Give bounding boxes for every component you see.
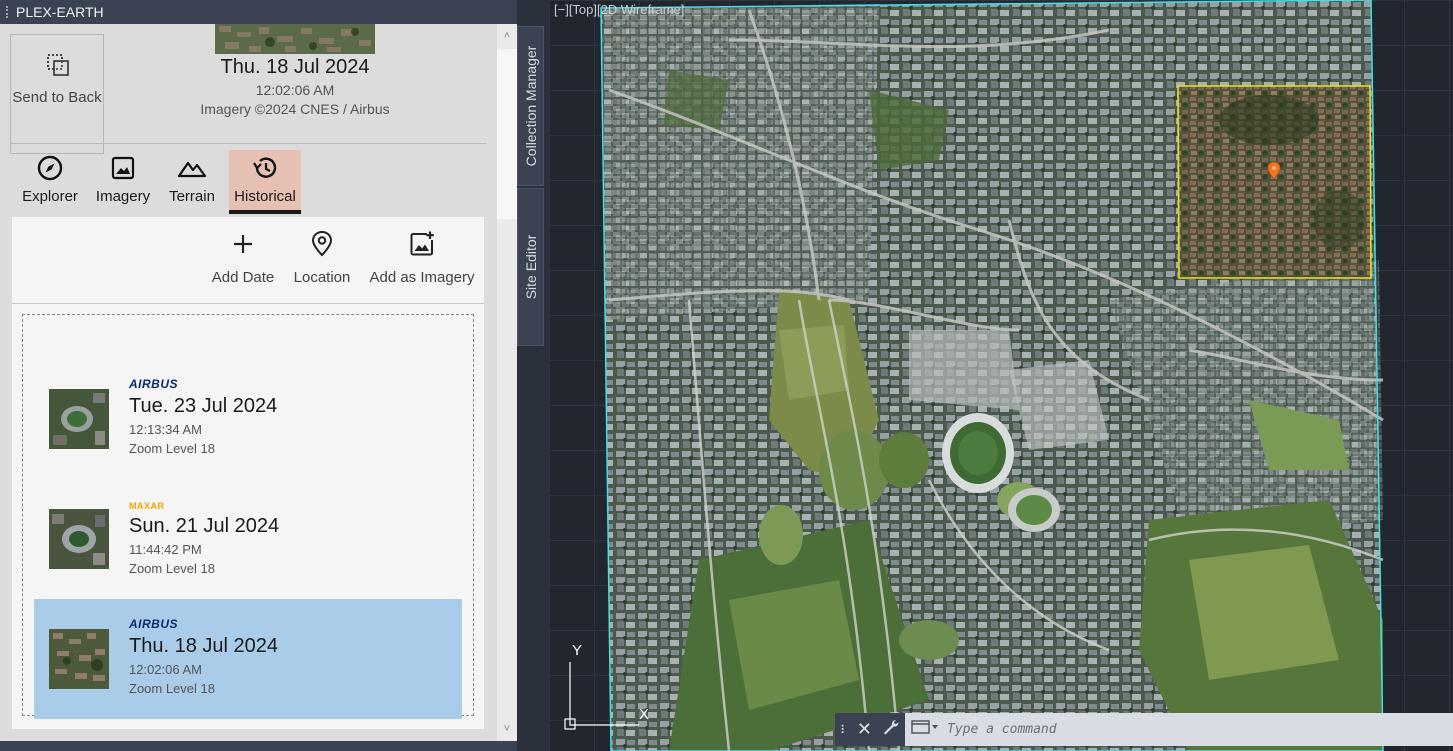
add-date-button[interactable]: Add Date: [208, 229, 278, 286]
provider-logo: MAXAR: [129, 501, 165, 511]
site-editor-tab[interactable]: Site Editor: [517, 188, 544, 346]
close-icon[interactable]: ✕: [857, 719, 872, 740]
date-item[interactable]: AIRBUS Tue. 23 Jul 2024 12:13:34 AM Zoom…: [34, 359, 462, 479]
collection-manager-tab[interactable]: Collection Manager: [517, 26, 544, 186]
plus-icon: [208, 229, 278, 259]
tab-terrain[interactable]: Terrain: [160, 150, 224, 214]
palette-border: [0, 741, 517, 751]
tab-label: Explorer: [22, 188, 78, 205]
ucs-x-label: X: [639, 706, 650, 723]
wrench-icon[interactable]: [882, 718, 900, 741]
location-label: Location: [293, 269, 351, 286]
date-item[interactable]: MAXAR Sun. 21 Jul 2024 11:44:42 PM Zoom …: [34, 479, 462, 599]
scrollbar-thumb[interactable]: [497, 49, 517, 219]
grip-icon[interactable]: [6, 6, 10, 18]
send-to-back-icon: [46, 53, 70, 81]
send-to-back-label: Send to Back: [12, 89, 102, 106]
tab-label: Imagery: [95, 188, 151, 205]
zoom-level-label: Zoom Level 18: [129, 561, 215, 576]
drawing-viewport[interactable]: [−][Top][2D Wireframe] Y X: [549, 0, 1453, 751]
current-imagery-thumbnail: [215, 24, 375, 54]
current-date: Thu. 18 Jul 2024: [220, 56, 370, 78]
imagery-thumbnail: [49, 509, 109, 569]
collection-manager-label: Collection Manager: [522, 45, 539, 167]
provider-logo: AIRBUS: [129, 617, 179, 631]
zoom-level-label: Zoom Level 18: [129, 441, 215, 456]
command-line-controls: ⠇ ✕: [835, 713, 905, 746]
current-time: 12:02:06 AM: [255, 82, 335, 98]
compass-icon: [36, 154, 64, 186]
tab-label: Terrain: [169, 188, 215, 205]
location-pin-icon: [290, 229, 354, 259]
date-label: Sun. 21 Jul 2024: [129, 515, 280, 537]
imagery-thumbnail: [49, 389, 109, 449]
tab-historical[interactable]: Historical: [229, 150, 301, 214]
site-editor-label: Site Editor: [522, 234, 539, 300]
time-label: 11:44:42 PM: [129, 542, 202, 557]
scroll-down-icon[interactable]: ˅: [501, 723, 513, 735]
aerial-imagery: [564, 0, 1384, 751]
scroll-up-icon[interactable]: ˄: [501, 30, 513, 42]
tab-label: Historical: [234, 188, 296, 205]
add-date-label: Add Date: [211, 269, 275, 286]
palette-title: PLEX-EARTH: [16, 4, 104, 20]
image-icon: [109, 154, 137, 186]
divider: [10, 143, 486, 144]
provider-logo: AIRBUS: [129, 377, 179, 391]
send-to-back-button[interactable]: Send to Back: [10, 34, 104, 154]
palette-titlebar[interactable]: PLEX-EARTH: [0, 0, 517, 24]
zoom-level-label: Zoom Level 18: [129, 681, 215, 696]
date-label: Tue. 23 Jul 2024: [129, 395, 278, 417]
location-button[interactable]: Location: [290, 229, 354, 286]
command-history-icon[interactable]: [911, 719, 939, 740]
tab-imagery[interactable]: Imagery: [89, 150, 157, 214]
viewport-controls[interactable]: [−][Top][2D Wireframe]: [554, 2, 684, 17]
mountains-icon: [177, 154, 207, 186]
imagery-credit: Imagery ©2024 CNES / Airbus: [200, 101, 390, 117]
grip-icon[interactable]: ⠇: [840, 723, 849, 737]
date-item-selected[interactable]: AIRBUS Thu. 18 Jul 2024 12:02:06 AM Zoom…: [34, 599, 462, 719]
history-icon: [250, 154, 280, 186]
palette-body: Send to Back Thu. 18 Jul 2024 12:02:06 A…: [0, 24, 497, 741]
command-line: ⠇ ✕: [835, 713, 1453, 746]
add-as-imagery-button[interactable]: Add as Imagery: [368, 229, 476, 286]
add-image-icon: [368, 229, 476, 259]
ucs-y-label: Y: [572, 642, 583, 659]
tab-explorer[interactable]: Explorer: [14, 150, 86, 214]
command-input-wrapper: [905, 713, 1453, 746]
time-label: 12:02:06 AM: [129, 662, 202, 677]
command-input[interactable]: [947, 722, 1347, 737]
date-label: Thu. 18 Jul 2024: [129, 635, 278, 657]
vertical-scrollbar[interactable]: ˄ ˅: [497, 24, 517, 741]
historical-panel: Add Date Location Add as Imagery AIRBUS …: [12, 217, 484, 729]
add-as-imagery-label: Add as Imagery: [369, 269, 475, 286]
time-label: 12:13:34 AM: [129, 422, 202, 437]
plex-earth-palette: PLEX-EARTH Send to Back Thu. 18 Jul 2024…: [0, 0, 517, 751]
imagery-thumbnail: [49, 629, 109, 689]
divider: [12, 303, 484, 304]
